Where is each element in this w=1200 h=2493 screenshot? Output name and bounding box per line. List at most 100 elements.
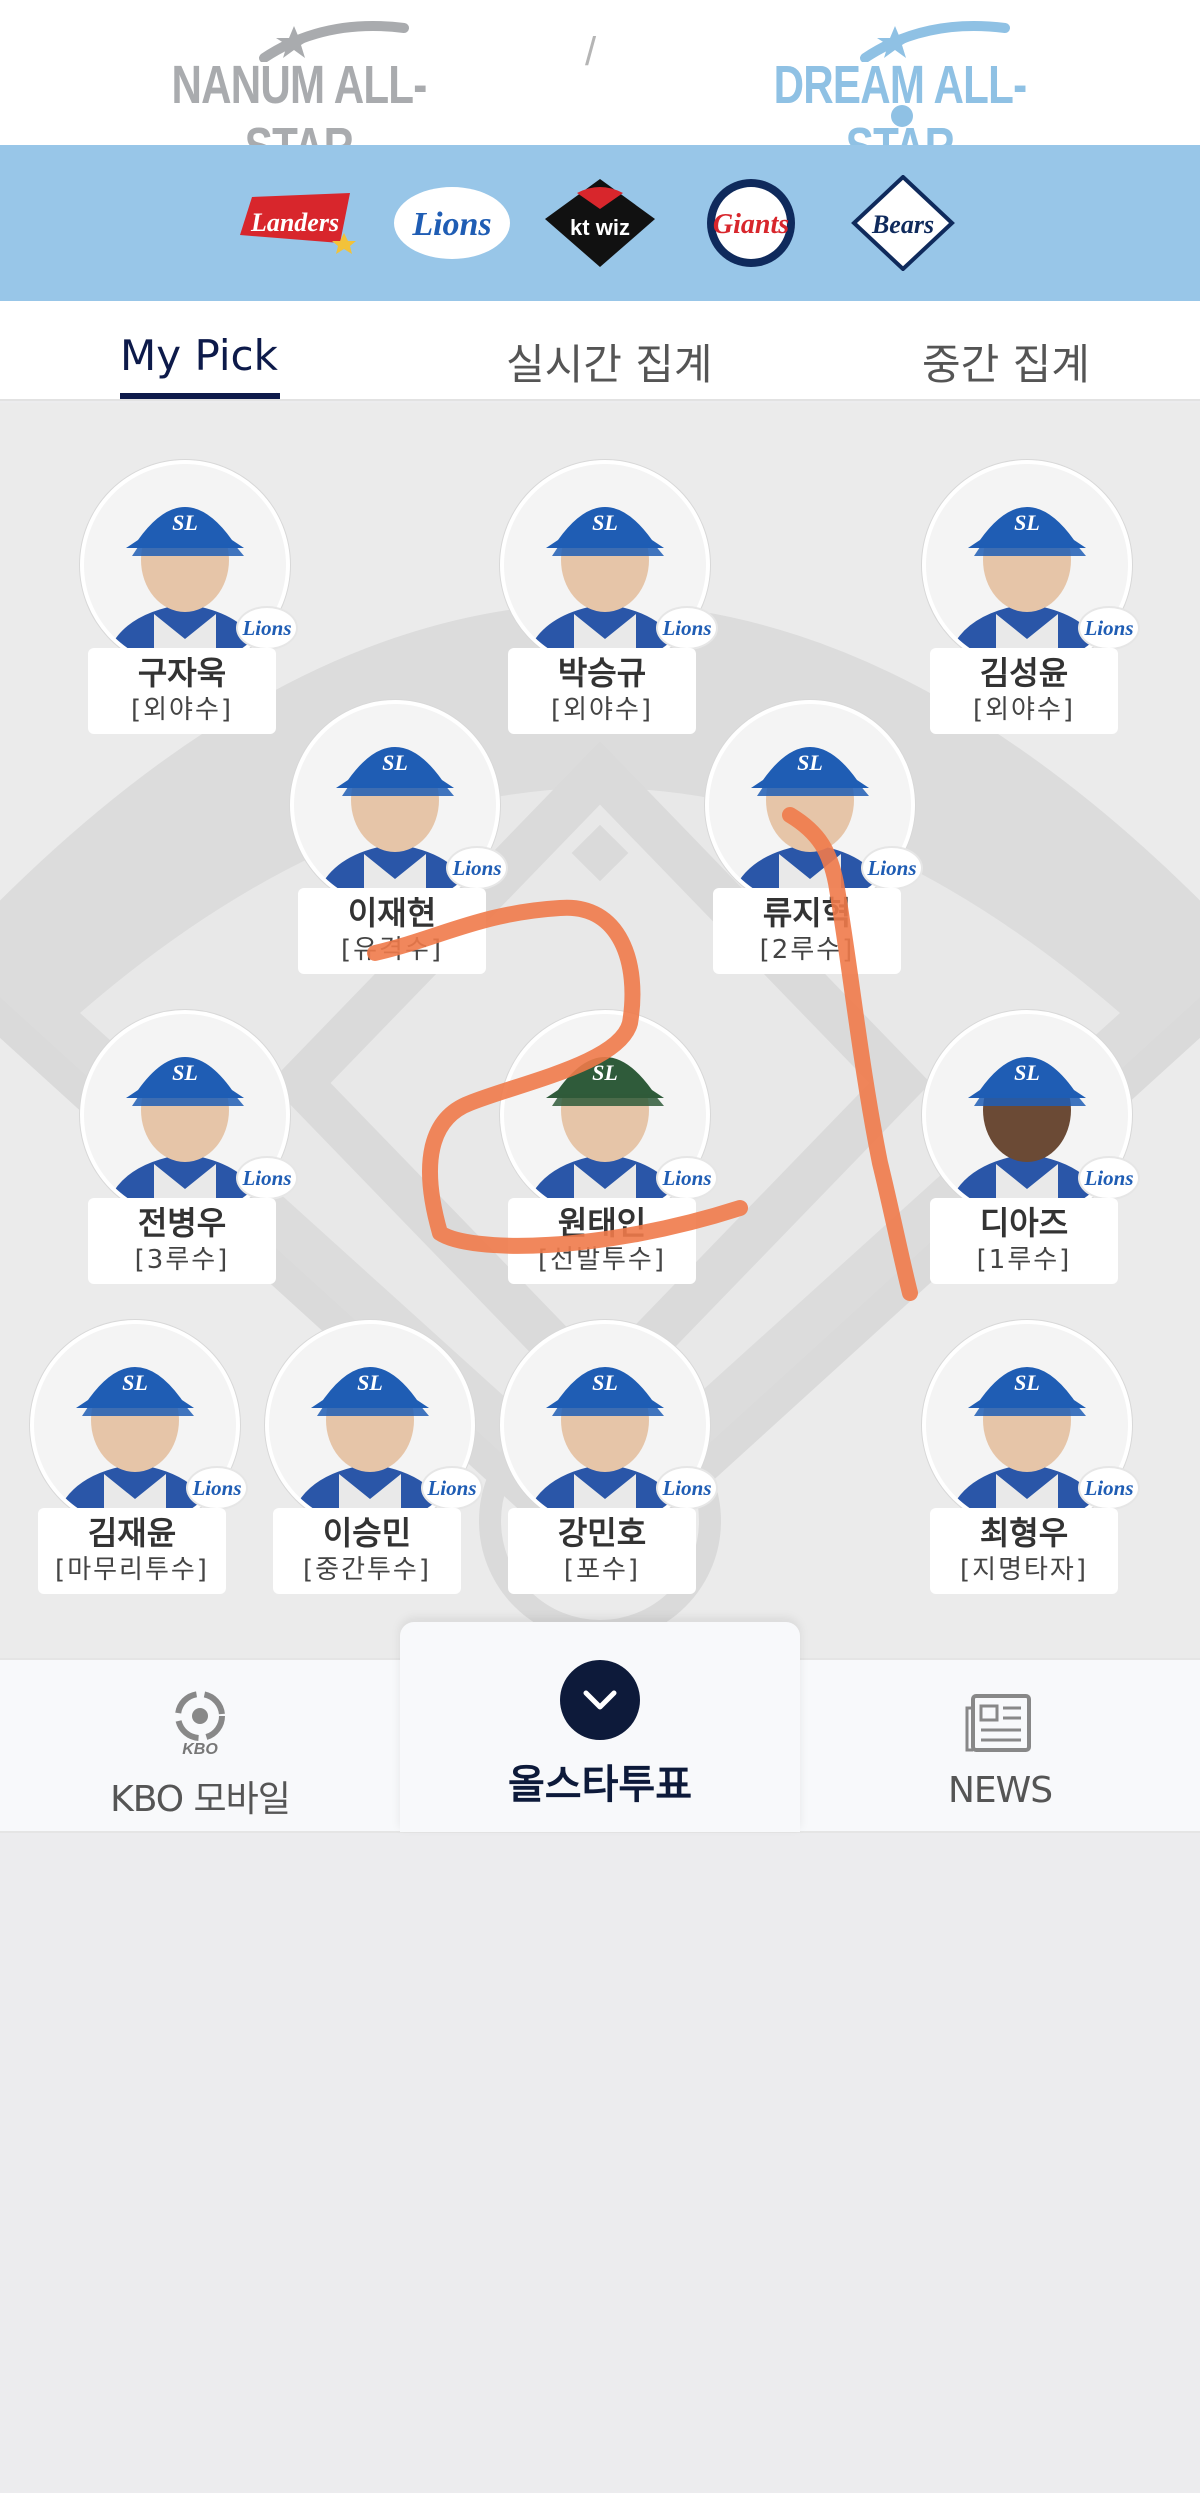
lions-badge-icon: Lions <box>236 606 298 650</box>
lions-badge-icon: Lions <box>186 1466 248 1510</box>
svg-text:SL: SL <box>797 750 823 775</box>
bears-logo-text: Bears <box>871 210 934 239</box>
lions-badge-icon: Lions <box>446 846 508 890</box>
player-position: [마무리투수] <box>55 1555 209 1585</box>
player-nametag: 강민호 [포수] <box>508 1508 696 1594</box>
player-card[interactable]: SL Lions 디아즈 [1루수] <box>922 1010 1142 1300</box>
allstar-vote-label: 올스타투표 <box>508 1762 692 1808</box>
lions-badge-text: Lions <box>662 615 712 640</box>
player-name: 류지혁 <box>762 894 852 932</box>
baseball-field: SL Lions 구자욱 [외야수] SL Lions 박승규 [외야수] SL… <box>0 403 1200 1658</box>
league-separator: / <box>585 30 597 74</box>
player-card[interactable]: SL Lions 김재윤 [마무리투수] <box>30 1320 250 1610</box>
player-name: 이재현 <box>347 894 437 932</box>
player-card[interactable]: SL Lions 전병우 [3루수] <box>80 1010 300 1300</box>
lions-badge-icon: Lions <box>861 846 923 890</box>
svg-text:SL: SL <box>592 1370 618 1395</box>
player-position: [1루수] <box>976 1245 1072 1275</box>
news-label: NEWS <box>947 1770 1053 1811</box>
player-name: 원태인 <box>557 1204 647 1242</box>
lions-badge-text: Lions <box>452 855 502 880</box>
giants-logo-text: Giants <box>713 209 789 240</box>
player-name: 전병우 <box>137 1204 227 1242</box>
lions-badge-icon: Lions <box>421 1466 483 1510</box>
kbo-mobile-link[interactable]: KBO KBO 모바일 <box>50 1690 350 1822</box>
player-nametag: 김성윤 [외야수] <box>930 648 1118 734</box>
player-card[interactable]: SL Lions 박승규 [외야수] <box>500 460 720 750</box>
lions-badge-text: Lions <box>427 1475 477 1500</box>
lions-badge-text: Lions <box>662 1475 712 1500</box>
tab-bar: My Pick 실시간 집계 중간 집계 <box>0 301 1200 401</box>
lions-badge-icon: Lions <box>656 1466 718 1510</box>
player-nametag: 이재현 [유격수] <box>298 888 486 974</box>
player-name: 김재윤 <box>87 1514 177 1552</box>
kbo-mobile-label: KBO 모바일 <box>110 1779 291 1820</box>
kbo-logo-text: KBO <box>182 1741 218 1756</box>
player-card[interactable]: SL Lions 최형우 [지명타자] <box>922 1320 1142 1610</box>
player-nametag: 디아즈 [1루수] <box>930 1198 1118 1284</box>
doosan-bears-logo[interactable]: Bears <box>840 174 966 272</box>
player-card[interactable]: SL Lions 이재현 [유격수] <box>290 700 510 990</box>
ssg-landers-logo[interactable]: Landers <box>232 175 358 271</box>
svg-text:SL: SL <box>1014 1060 1040 1085</box>
player-nametag: 이승민 [중간투수] <box>273 1508 461 1594</box>
lions-badge-icon: Lions <box>1078 1466 1140 1510</box>
news-link[interactable]: NEWS <box>850 1690 1150 1811</box>
player-name: 박승규 <box>557 654 647 692</box>
player-position: [유격수] <box>340 935 444 965</box>
player-position: [중간투수] <box>303 1555 431 1585</box>
player-position: [선발투수] <box>538 1245 666 1275</box>
player-nametag: 류지혁 [2루수] <box>713 888 901 974</box>
league-selector: NANUM ALL-STAR / DREAM ALL-STAR <box>0 0 1200 177</box>
lotte-giants-logo[interactable]: Giants <box>688 175 814 271</box>
player-position: [외야수] <box>550 695 654 725</box>
lions-badge-icon: Lions <box>1078 606 1140 650</box>
player-card[interactable]: SL Lions 원태인 [선발투수] <box>500 1010 720 1300</box>
svg-text:SL: SL <box>172 510 198 535</box>
player-position: [포수] <box>563 1555 641 1585</box>
player-name: 최형우 <box>979 1514 1069 1552</box>
player-position: [외야수] <box>130 695 234 725</box>
svg-text:SL: SL <box>1014 510 1040 535</box>
tab-my-pick[interactable]: My Pick <box>120 331 278 380</box>
player-card[interactable]: SL Lions 강민호 [포수] <box>500 1320 720 1610</box>
tab-realtime-count[interactable]: 실시간 집계 <box>506 331 713 392</box>
player-name: 구자욱 <box>137 654 227 692</box>
svg-text:SL: SL <box>122 1370 148 1395</box>
svg-text:SL: SL <box>357 1370 383 1395</box>
player-card[interactable]: SL Lions 구자욱 [외야수] <box>80 460 300 750</box>
kt-wiz-logo[interactable]: kt wiz <box>537 175 663 271</box>
landers-logo-text: Landers <box>250 208 339 237</box>
player-card[interactable]: SL Lions 류지혁 [2루수] <box>705 700 925 990</box>
lions-badge-text: Lions <box>1084 1165 1134 1190</box>
lions-badge-text: Lions <box>662 1165 712 1190</box>
player-name: 강민호 <box>557 1514 647 1552</box>
player-position: [지명타자] <box>960 1555 1088 1585</box>
page: NANUM ALL-STAR / DREAM ALL-STAR Landers … <box>0 0 1200 2493</box>
allstar-vote-button[interactable]: 올스타투표 <box>400 1622 800 1832</box>
player-name: 이승민 <box>322 1514 412 1552</box>
lions-badge-text: Lions <box>1084 615 1134 640</box>
player-nametag: 김재윤 [마무리투수] <box>38 1508 226 1594</box>
newspaper-icon <box>965 1694 1031 1752</box>
lions-badge-text: Lions <box>242 615 292 640</box>
svg-text:SL: SL <box>382 750 408 775</box>
tab-interim-count[interactable]: 중간 집계 <box>922 331 1090 392</box>
chevron-down-icon <box>560 1660 640 1740</box>
svg-text:SL: SL <box>1014 1370 1040 1395</box>
lions-badge-text: Lions <box>867 855 917 880</box>
team-logos-strip: Landers Lions kt wiz Giants Bears <box>0 145 1200 301</box>
player-nametag: 원태인 [선발투수] <box>508 1198 696 1284</box>
lions-badge-text: Lions <box>1084 1475 1134 1500</box>
active-tab-underline <box>120 393 280 399</box>
player-card[interactable]: SL Lions 김성윤 [외야수] <box>922 460 1142 750</box>
samsung-lions-logo[interactable]: Lions <box>389 175 515 271</box>
svg-text:SL: SL <box>592 510 618 535</box>
lions-logo-text: Lions <box>411 206 491 243</box>
player-card[interactable]: SL Lions 이승민 [중간투수] <box>265 1320 485 1610</box>
lions-badge-icon: Lions <box>236 1156 298 1200</box>
player-nametag: 박승규 [외야수] <box>508 648 696 734</box>
player-nametag: 최형우 [지명타자] <box>930 1508 1118 1594</box>
lions-badge-icon: Lions <box>656 606 718 650</box>
nanum-allstar-tab[interactable]: NANUM ALL-STAR <box>134 18 464 177</box>
